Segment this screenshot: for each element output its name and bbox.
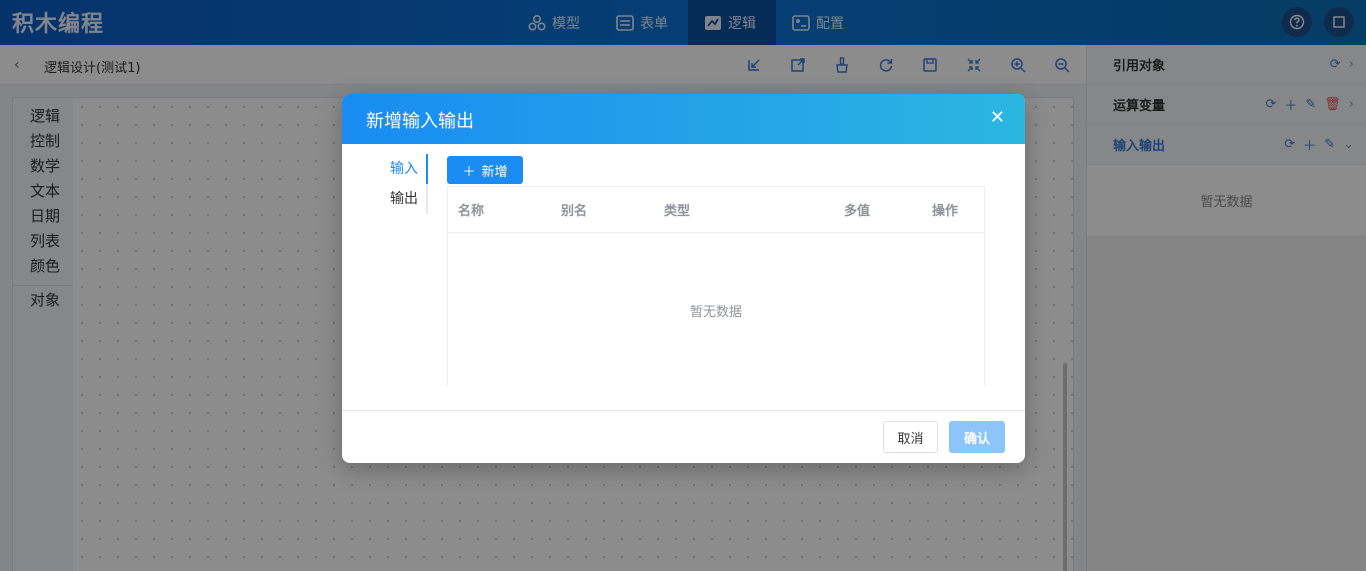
- dialog-header: 新增输入输出 ✕: [342, 94, 1025, 144]
- plus-icon: ＋: [462, 164, 476, 180]
- dialog-title: 新增输入输出: [366, 111, 474, 132]
- tab-input[interactable]: 输入: [382, 154, 428, 184]
- dialog-footer: 取消 确认: [342, 410, 1025, 463]
- add-io-dialog: 新增输入输出 ✕ 输入 输出 ＋ 新增 名称 别名 类型 多值 操作 暂无数据 …: [342, 94, 1025, 463]
- close-icon[interactable]: ✕: [990, 109, 1005, 127]
- io-table: 名称 别名 类型 多值 操作 暂无数据: [447, 186, 985, 386]
- confirm-button[interactable]: 确认: [949, 421, 1005, 453]
- io-tabs: 输入 输出: [382, 154, 428, 214]
- cancel-button[interactable]: 取消: [883, 421, 938, 453]
- column-actions: 操作: [932, 204, 959, 219]
- column-name: 名称: [458, 204, 485, 219]
- column-type: 类型: [664, 204, 691, 219]
- add-button-label: 新增: [481, 164, 508, 180]
- tab-output[interactable]: 输出: [382, 184, 426, 214]
- column-multi: 多值: [844, 204, 871, 219]
- column-alias: 别名: [561, 204, 588, 219]
- table-header: 名称 别名 类型 多值 操作: [448, 187, 984, 233]
- table-empty-text: 暂无数据: [689, 304, 742, 320]
- add-button[interactable]: ＋ 新增: [447, 156, 523, 184]
